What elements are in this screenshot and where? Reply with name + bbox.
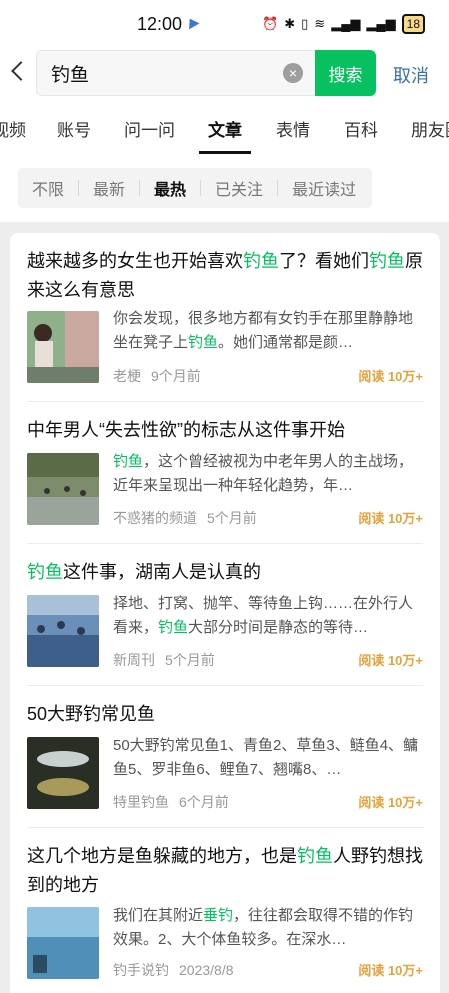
article-thumbnail[interactable] (27, 595, 99, 667)
article-source[interactable]: 老梗 (113, 368, 141, 384)
article-item[interactable]: 越来越多的女生也开始喜欢钓鱼了？看她们钓鱼原来这么有意思 (27, 247, 423, 305)
article-meta: 特里钓鱼 6个月前 阅读 10万+ (113, 792, 423, 812)
divider (27, 685, 423, 686)
filter-any[interactable]: 不限 (18, 176, 78, 200)
results-card: 越来越多的女生也开始喜欢钓鱼了？看她们钓鱼原来这么有意思 你会发现，很多地方都有… (10, 233, 440, 993)
clear-icon[interactable]: × (283, 63, 303, 83)
article-title[interactable]: 中年男人“失去性欲”的标志从这件事开始 (27, 416, 423, 445)
article-thumbnail[interactable] (27, 453, 99, 525)
article-title[interactable]: 这几个地方是鱼躲藏的地方，也是钓鱼人野钓想找到的地方 (27, 842, 423, 900)
article-thumbnail[interactable] (27, 737, 99, 809)
bluetooth-icon: ✱ (284, 16, 296, 31)
read-count: 阅读 10万+ (358, 795, 423, 810)
article-item[interactable]: 中年男人“失去性欲”的标志从这件事开始 (27, 416, 423, 445)
article-thumbnail[interactable] (27, 907, 99, 979)
clock: 12:00 (137, 14, 183, 34)
article-snippet: 我们在其附近垂钓，往往都会取得不错的作钓效果。2、大个体鱼较多。在深水… (113, 907, 414, 948)
filter-hottest[interactable]: 最热 (140, 176, 200, 200)
filter-bar: 不限 最新 最热 已关注 最近读过 (0, 156, 449, 222)
search-button[interactable]: 搜索 (315, 50, 376, 96)
read-count: 阅读 10万+ (358, 963, 423, 978)
signal2-icon: ▂▄▆ (366, 16, 396, 31)
tab-video[interactable]: 视频 (0, 116, 26, 141)
article-meta: 不惑猪的频道 5个月前 阅读 10万+ (113, 508, 423, 528)
status-icons: ⏰ ✱ ▯ ≋ ▂▄▆ ▂▄▆ 18 (262, 14, 425, 34)
battery-icon: 18 (401, 14, 425, 34)
article-thumbnail[interactable] (27, 311, 99, 383)
article-time: 5个月前 (207, 510, 257, 526)
status-bar: 12:00 ⏰ ✱ ▯ ≋ ▂▄▆ ▂▄▆ 18 (0, 0, 449, 48)
article-source[interactable]: 新周刊 (113, 652, 155, 668)
cancel-button[interactable]: 取消 (393, 62, 429, 88)
article-title[interactable]: 越来越多的女生也开始喜欢钓鱼了？看她们钓鱼原来这么有意思 (27, 247, 423, 305)
article-item[interactable]: 钓鱼这件事，湖南人是认真的 (27, 558, 423, 587)
article-meta: 新周刊 5个月前 阅读 10万+ (113, 650, 423, 670)
filter-recently-read[interactable]: 最近读过 (278, 176, 370, 200)
tab-sticker[interactable]: 表情 (276, 116, 310, 141)
read-count: 阅读 10万+ (358, 369, 423, 384)
back-arrow-icon[interactable] (11, 61, 31, 81)
read-count: 阅读 10万+ (358, 511, 423, 526)
search-box[interactable]: × (36, 50, 316, 96)
article-item[interactable]: 50大野钓常见鱼 (27, 700, 423, 729)
filter-followed[interactable]: 已关注 (201, 176, 277, 200)
search-bar: × 搜索 取消 (0, 48, 449, 100)
active-tab-indicator (199, 151, 251, 154)
article-snippet: 50大野钓常见鱼1、青鱼2、草鱼3、鲢鱼4、鳙鱼5、罗非鱼6、鲤鱼7、翘嘴8、… (113, 737, 419, 778)
article-source[interactable]: 钓手说钓 (113, 962, 169, 978)
article-title[interactable]: 钓鱼这件事，湖南人是认真的 (27, 558, 423, 587)
location-icon (184, 15, 200, 30)
filter-group: 不限 最新 最热 已关注 最近读过 (18, 168, 372, 208)
alarm-icon: ⏰ (262, 16, 279, 31)
search-input[interactable] (51, 51, 281, 95)
tab-account[interactable]: 账号 (57, 116, 91, 141)
article-time: 5个月前 (165, 652, 215, 668)
vibrate-icon: ▯ (301, 16, 309, 31)
tab-moments[interactable]: 朋友圈 (411, 116, 449, 141)
article-title[interactable]: 50大野钓常见鱼 (27, 700, 423, 729)
filter-latest[interactable]: 最新 (79, 176, 139, 200)
read-count: 阅读 10万+ (358, 653, 423, 668)
article-time: 6个月前 (179, 794, 229, 810)
wifi-icon: ≋ (314, 16, 326, 31)
tab-baike[interactable]: 百科 (344, 116, 378, 141)
article-meta: 钓手说钓 2023/8/8 阅读 10万+ (113, 960, 423, 980)
article-time: 2023/8/8 (179, 962, 234, 978)
article-item[interactable]: 这几个地方是鱼躲藏的地方，也是钓鱼人野钓想找到的地方 (27, 842, 423, 900)
category-tabs: 视频 账号 问一问 文章 表情 百科 朋友圈 (0, 100, 449, 157)
article-snippet: 钓鱼，这个曾经被视为中老年男人的主战场，近年来呈现出一种年轻化趋势，年… (113, 453, 414, 494)
divider (27, 827, 423, 828)
tab-article[interactable]: 文章 (208, 116, 242, 141)
divider (27, 401, 423, 402)
divider (27, 543, 423, 544)
article-snippet: 你会发现，很多地方都有女钓手在那里静静地坐在凳子上钓鱼。她们通常都是颜… (113, 310, 414, 351)
article-meta: 老梗 9个月前 阅读 10万+ (113, 366, 423, 386)
article-source[interactable]: 不惑猪的频道 (113, 510, 197, 526)
article-time: 9个月前 (151, 368, 201, 384)
signal-icon: ▂▄▆ (331, 16, 361, 31)
tab-ask[interactable]: 问一问 (124, 116, 175, 141)
article-source[interactable]: 特里钓鱼 (113, 794, 169, 810)
article-snippet: 择地、打窝、抛竿、等待鱼上钩……在外行人看来，钓鱼大部分时间是静态的等待… (113, 595, 414, 636)
